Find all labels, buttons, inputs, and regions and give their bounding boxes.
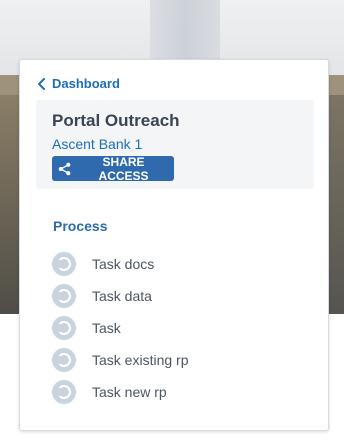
pending-circle-icon: [52, 348, 76, 372]
chevron-left-icon: [38, 77, 45, 90]
share-access-button[interactable]: SHARE ACCESS: [52, 154, 174, 183]
process-step[interactable]: Task docs: [52, 248, 188, 280]
share-icon: [58, 162, 71, 175]
pending-circle-icon: [52, 380, 76, 404]
process-heading: Process: [53, 218, 108, 234]
process-step-label: Task data: [92, 288, 152, 304]
share-access-label: SHARE ACCESS: [98, 154, 149, 183]
page-title: Portal Outreach: [52, 111, 180, 130]
process-step-label: Task existing rp: [92, 352, 189, 368]
process-step-label: Task: [92, 320, 121, 336]
account-link[interactable]: Ascent Bank 1: [52, 136, 142, 152]
pending-circle-icon: [52, 252, 76, 276]
process-step-label: Task docs: [92, 256, 155, 272]
back-link-label: Dashboard: [52, 76, 120, 91]
process-step[interactable]: Task: [52, 312, 188, 344]
back-to-dashboard-link[interactable]: Dashboard: [37, 76, 120, 91]
process-step[interactable]: Task existing rp: [52, 344, 188, 376]
process-step-label: Task new rp: [92, 384, 167, 400]
pending-circle-icon: [52, 284, 76, 308]
process-step[interactable]: Task data: [52, 280, 188, 312]
process-card: Dashboard Portal Outreach Ascent Bank 1 …: [19, 59, 329, 431]
process-step[interactable]: Task new rp: [52, 376, 188, 408]
process-step-list: Task docs Task data Task Task existing r…: [52, 248, 188, 408]
pending-circle-icon: [52, 316, 76, 340]
summary-panel: Portal Outreach Ascent Bank 1 SHARE ACCE…: [36, 100, 314, 189]
